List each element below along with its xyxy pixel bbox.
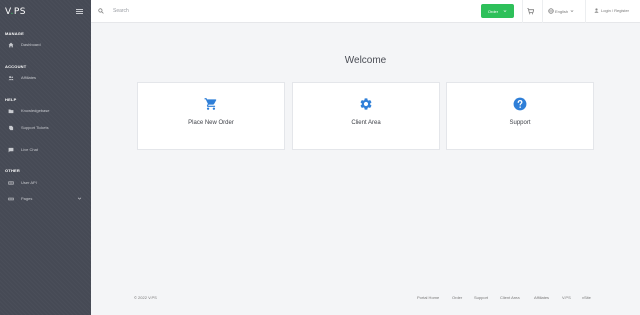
order-button-label: Order (487, 8, 499, 14)
chat-icon (8, 147, 14, 153)
section-title-account: ACCOUNT (5, 64, 27, 69)
users-icon (8, 75, 14, 81)
top-bar: Order English Login / Register (91, 0, 640, 23)
footer-link-affiliates[interactable]: Affiliates (534, 295, 549, 300)
sidebar-item-user-api[interactable]: User API (0, 176, 91, 189)
user-icon (594, 8, 599, 13)
section-title-help: HELP (5, 97, 17, 102)
search-bar (98, 8, 233, 14)
footer-link-order[interactable]: Order (452, 295, 462, 300)
footer-link-vps[interactable]: V.PS (562, 295, 571, 300)
sidebar-item-label: Knowledgebase (21, 108, 50, 113)
footer-link-vsite[interactable]: vSite (582, 295, 591, 300)
brand-bar: V.PS (0, 0, 91, 23)
language-selector[interactable]: English (548, 8, 575, 14)
login-register-link[interactable]: Login / Register (594, 8, 629, 13)
cart-icon (204, 98, 217, 110)
sidebar-item-knowledgebase[interactable]: Knowledgebase (0, 104, 91, 117)
pages-icon (8, 196, 14, 202)
page-title: Welcome (344, 55, 387, 66)
sidebar-item-label: Dashboard (21, 42, 41, 47)
sidebar-item-dashboard[interactable]: Dashboard (0, 38, 91, 51)
login-register-label: Login / Register (601, 8, 630, 13)
sidebar-item-pages[interactable]: Pages (0, 192, 91, 205)
brand-logo[interactable]: V.PS (5, 7, 26, 17)
client-area-card[interactable]: Client Area (292, 82, 440, 150)
section-title-other: OTHER (5, 168, 20, 173)
footer-link-support[interactable]: Support (474, 295, 488, 300)
tickets-icon (8, 125, 14, 131)
sidebar-item-label: Live Chat (21, 147, 38, 152)
section-title-manage: MANAGE (5, 31, 24, 36)
help-icon (513, 97, 527, 111)
card-label: Client Area (351, 120, 381, 126)
sidebar-item-label: Pages (21, 196, 33, 201)
chevron-down-icon[interactable] (77, 196, 82, 201)
sidebar-item-label: Affiliates (21, 75, 37, 80)
cart-icon[interactable] (527, 8, 534, 15)
sidebar: V.PS MANAGE Dashboard ACCOUNT Affiliates… (0, 0, 91, 315)
divider (585, 0, 586, 23)
support-card[interactable]: Support (446, 82, 594, 150)
folder-icon (8, 108, 14, 114)
globe-icon (548, 8, 554, 14)
language-label: English (555, 8, 569, 14)
copyright: © 2022 V.PS (134, 295, 157, 300)
chevron-down-icon (570, 10, 574, 13)
sidebar-item-live-chat[interactable]: Live Chat (0, 143, 91, 156)
divider (542, 0, 543, 23)
divider (522, 0, 523, 23)
hamburger-menu-icon[interactable] (76, 9, 83, 14)
search-input[interactable] (113, 8, 233, 14)
gear-icon (360, 98, 372, 110)
sidebar-item-support-tickets[interactable]: Support Tickets (0, 121, 91, 134)
card-label: Place New Order (188, 120, 234, 126)
footer-link-portal-home[interactable]: Portal Home (417, 295, 439, 300)
order-button[interactable]: Order (481, 4, 514, 18)
card-label: Support (509, 120, 531, 126)
home-icon (8, 42, 14, 48)
place-new-order-card[interactable]: Place New Order (137, 82, 285, 150)
footer-link-client-area[interactable]: Client Area (500, 295, 520, 300)
sidebar-item-label: User API (21, 180, 37, 185)
sidebar-item-label: Support Tickets (21, 125, 49, 130)
chevron-down-icon (503, 10, 507, 13)
api-icon (8, 180, 14, 186)
sidebar-item-affiliates[interactable]: Affiliates (0, 71, 91, 84)
search-icon (98, 8, 104, 14)
